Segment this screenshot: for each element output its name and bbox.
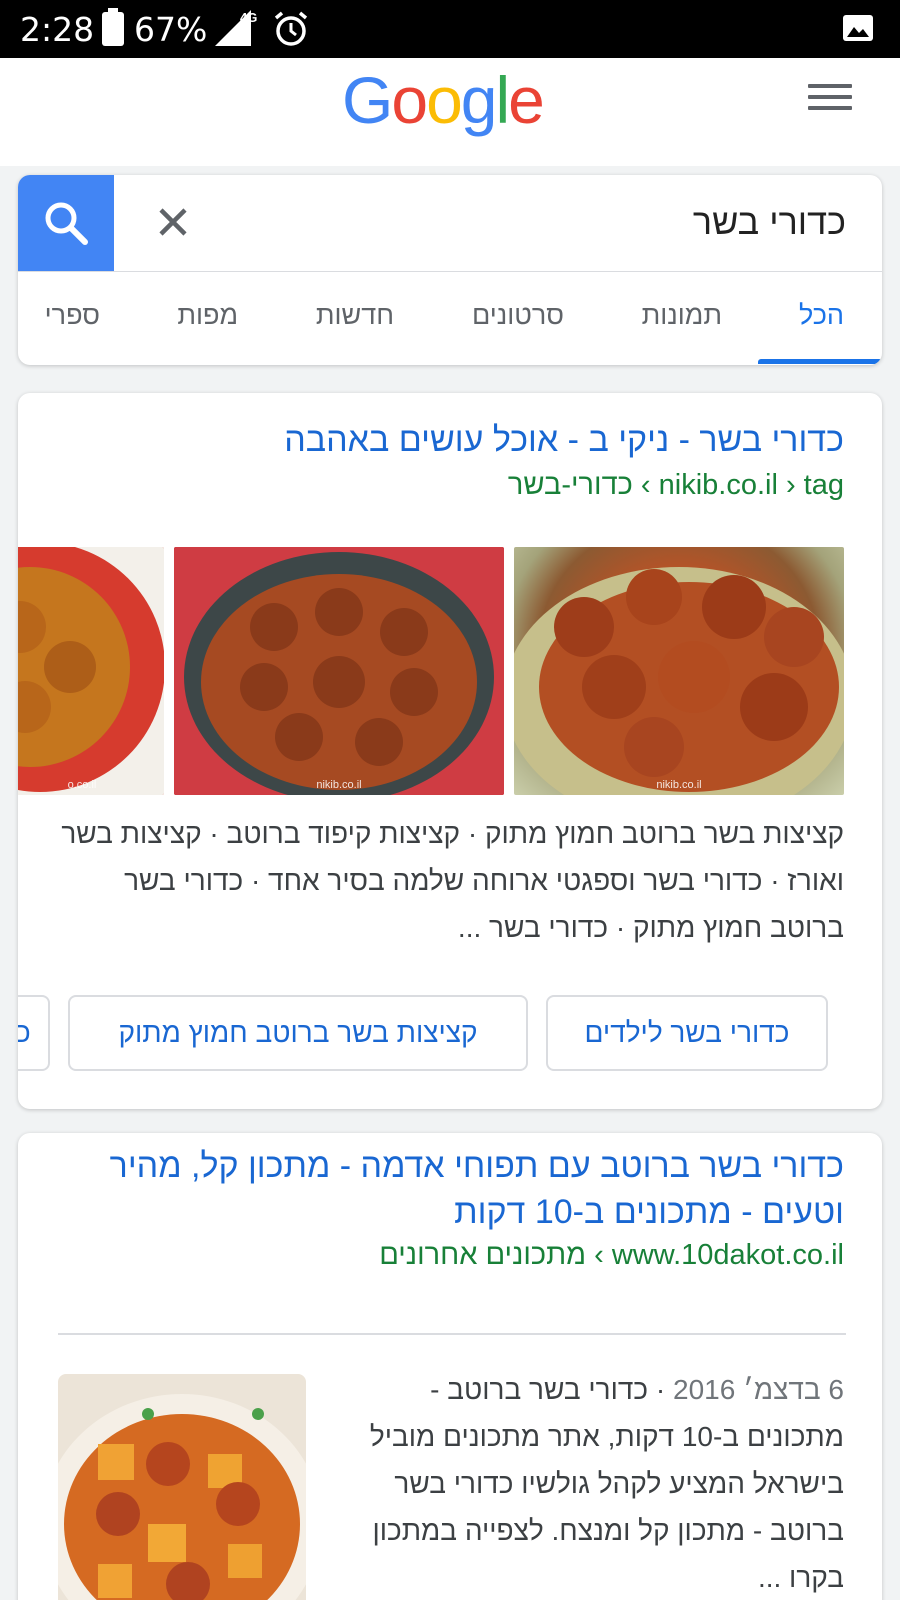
tab-books[interactable]: ספרי — [45, 300, 100, 331]
hamburger-menu-icon[interactable] — [808, 84, 852, 114]
date-separator: · — [648, 1374, 666, 1405]
meatballs-potatoes-image — [58, 1374, 306, 1600]
search-button[interactable] — [18, 175, 114, 271]
result-image[interactable]: nikib.co.il — [174, 547, 504, 795]
result-snippet: קציצות בשר ברוטב חמוץ מתוק · קציצות קיפו… — [61, 818, 844, 943]
related-search-chip[interactable]: כ — [18, 995, 50, 1071]
result-url[interactable]: www.10dakot.co.il › מתכונים אחרונים — [379, 1239, 844, 1272]
logo-letter: o — [391, 63, 428, 137]
google-logo[interactable]: Google — [342, 62, 545, 138]
logo-letter: g — [460, 63, 498, 137]
result-image[interactable]: o.co.il — [18, 547, 164, 795]
search-tabs: הכל תמונות סרטונים חדשות מפות ספרי — [18, 272, 882, 365]
search-result-card: כדורי בשר ברוטב עם תפוחי אדמה - מתכון קל… — [18, 1133, 882, 1600]
search-input[interactable] — [246, 197, 846, 247]
logo-letter: G — [342, 63, 393, 137]
related-search-chip[interactable]: קציצות בשר ברוטב חמוץ מתוק — [68, 995, 528, 1071]
image-watermark: nikib.co.il — [656, 779, 702, 791]
result-image[interactable] — [58, 1374, 306, 1600]
result-image[interactable]: nikib.co.il — [514, 547, 844, 795]
search-icon — [45, 202, 88, 245]
logo-letter: o — [426, 63, 463, 137]
search-card: הכל תמונות סרטונים חדשות מפות ספרי — [18, 175, 882, 365]
status-bar: 2:28 67% 4G — [0, 0, 900, 58]
tab-videos[interactable]: סרטונים — [472, 300, 564, 331]
status-time: 2:28 — [20, 10, 95, 49]
result-divider — [58, 1333, 846, 1335]
result-snippet: 6 בדצמ׳ 2016 · כדורי בשר ברוטב - מתכונים… — [354, 1366, 844, 1600]
result-title[interactable]: כדורי בשר ברוטב עם תפוחי אדמה - מתכון קל… — [54, 1143, 844, 1235]
tab-maps[interactable]: מפות — [177, 300, 238, 331]
network-type: 4G — [240, 10, 258, 25]
photo-icon — [843, 15, 873, 41]
image-watermark: nikib.co.il — [316, 779, 362, 791]
result-snippet-text: כדורי בשר ברוטב - מתכונים ב-10 דקות, אתר… — [369, 1374, 844, 1593]
tab-all[interactable]: הכל — [799, 300, 844, 331]
active-tab-indicator — [758, 359, 882, 364]
tab-news[interactable]: חדשות — [316, 300, 394, 331]
result-url[interactable]: nikib.co.il › tag › כדורי-בשר — [508, 469, 844, 502]
battery-icon — [102, 8, 124, 46]
meatballs-image — [174, 547, 504, 795]
clear-search-button[interactable] — [148, 197, 198, 247]
tab-images[interactable]: תמונות — [642, 300, 722, 331]
meatballs-image — [18, 547, 164, 795]
logo-letter: l — [495, 63, 511, 137]
related-search-chip[interactable]: כדורי בשר לילדים — [546, 995, 828, 1071]
result-title[interactable]: כדורי בשר - ניקי ב - אוכל עושים באהבה — [54, 417, 844, 463]
result-image-strip: nikib.co.il nikib.co.il o.co.il — [18, 547, 882, 795]
related-search-chips: כדורי בשר לילדים קציצות בשר ברוטב חמוץ מ… — [18, 995, 882, 1071]
search-result-card: כדורי בשר - ניקי ב - אוכל עושים באהבה ni… — [18, 393, 882, 1109]
logo-letter: e — [508, 63, 545, 137]
meatballs-image — [514, 567, 844, 795]
close-icon — [159, 208, 187, 236]
alarm-icon — [274, 11, 308, 46]
result-date: 6 בדצמ׳ 2016 — [673, 1374, 844, 1405]
image-watermark: o.co.il — [67, 779, 97, 791]
battery-level: 67% — [134, 10, 208, 49]
